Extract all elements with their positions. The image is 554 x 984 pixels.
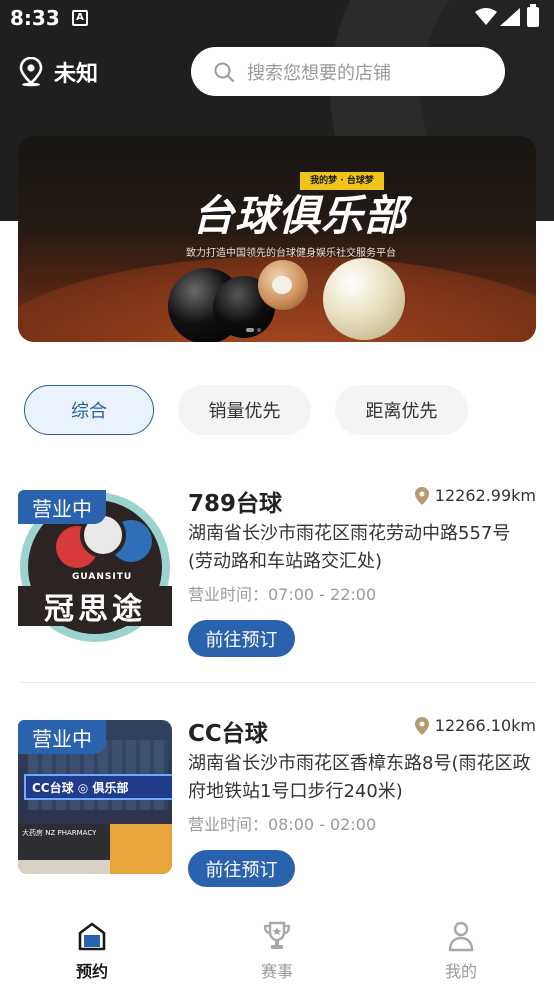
- list-divider: [18, 682, 536, 683]
- store-hours: 营业时间：07:00 - 22:00: [188, 585, 377, 604]
- notification-icon: A: [72, 10, 88, 26]
- storefront-sign: CC台球 ◎ 俱乐部: [24, 774, 172, 800]
- bottom-tab-bar: 预约 赛事 我的: [0, 910, 554, 984]
- banner-cue-ball: [323, 258, 405, 340]
- tab-label: 预约: [75, 962, 108, 981]
- filter-chip-sales[interactable]: 销量优先: [178, 385, 311, 435]
- battery-icon: [527, 4, 539, 27]
- banner-pagination: [246, 328, 261, 332]
- location-pin-icon: [19, 57, 43, 87]
- promo-banner[interactable]: 我的梦 · 台球梦 台球俱乐部 致力打造中国领先的台球健身娱乐社交服务平台: [18, 136, 536, 342]
- storefront-shop-strip: [18, 860, 110, 874]
- logo-brand-text: GUANSITU: [72, 572, 133, 582]
- banner-dot: [257, 328, 261, 332]
- store-card[interactable]: GUANSITU 冠思途 营业中 789台球 12262.99km 湖南省长沙市…: [18, 484, 536, 684]
- tab-profile[interactable]: 我的: [411, 920, 511, 984]
- storefront-shop-text: 大药房 NZ PHARMACY: [22, 829, 97, 837]
- banner-ball-number: [272, 276, 292, 294]
- storefront-shop: 大药房 NZ PHARMACY: [18, 824, 110, 874]
- home-icon: [78, 922, 106, 951]
- distance-pin-icon: [414, 716, 429, 735]
- distance-value: 12262.99km: [434, 486, 536, 505]
- banner-subtitle: 致力打造中国领先的台球健身娱乐社交服务平台: [186, 248, 396, 259]
- store-distance: 12262.99km: [414, 486, 536, 505]
- banner-title: 台球俱乐部: [192, 191, 408, 240]
- store-name: CC台球: [188, 721, 268, 747]
- distance-pin-icon: [414, 486, 429, 505]
- store-distance: 12266.10km: [414, 716, 536, 735]
- user-icon: [448, 921, 474, 952]
- search-icon: [214, 62, 234, 82]
- store-address: 湖南省长沙市雨花区雨花劳动中路557号(劳动路和车站路交汇处): [188, 523, 511, 572]
- status-badge: 营业中: [18, 720, 106, 754]
- signal-icon: [500, 8, 520, 26]
- banner-dot-active: [246, 328, 254, 332]
- search-input[interactable]: 搜索您想要的店铺: [191, 47, 505, 96]
- trophy-icon: [263, 921, 291, 949]
- status-time: 8:33: [10, 6, 60, 30]
- book-button[interactable]: 前往预订: [188, 620, 295, 657]
- store-card[interactable]: CC台球 ◎ 俱乐部 大药房 NZ PHARMACY 营业中 CC台球 1226…: [18, 714, 536, 914]
- book-button[interactable]: 前往预订: [188, 850, 295, 887]
- storefront-shop-orange: [110, 824, 172, 874]
- filter-chip-distance[interactable]: 距离优先: [335, 385, 468, 435]
- tab-events[interactable]: 赛事: [227, 920, 327, 984]
- sort-filter-bar: 综合 销量优先 距离优先: [0, 385, 554, 435]
- wifi-icon: [475, 8, 497, 25]
- store-name: 789台球: [188, 491, 283, 517]
- status-badge: 营业中: [18, 490, 106, 524]
- filter-chip-comprehensive[interactable]: 综合: [24, 385, 154, 435]
- store-address: 湖南省长沙市雨花区香樟东路8号(雨花区政府地铁站1号口步行240米): [188, 753, 531, 802]
- tab-booking[interactable]: 预约: [42, 920, 142, 984]
- tab-label: 我的: [444, 962, 477, 981]
- location-selector[interactable]: 未知: [18, 56, 98, 88]
- location-label: 未知: [54, 62, 99, 87]
- tab-label: 赛事: [260, 962, 293, 981]
- status-bar: 8:33 A: [0, 0, 554, 36]
- search-placeholder: 搜索您想要的店铺: [247, 62, 391, 84]
- store-hours: 营业时间：08:00 - 02:00: [188, 815, 377, 834]
- distance-value: 12266.10km: [434, 716, 536, 735]
- logo-name-text: 冠思途: [18, 586, 172, 627]
